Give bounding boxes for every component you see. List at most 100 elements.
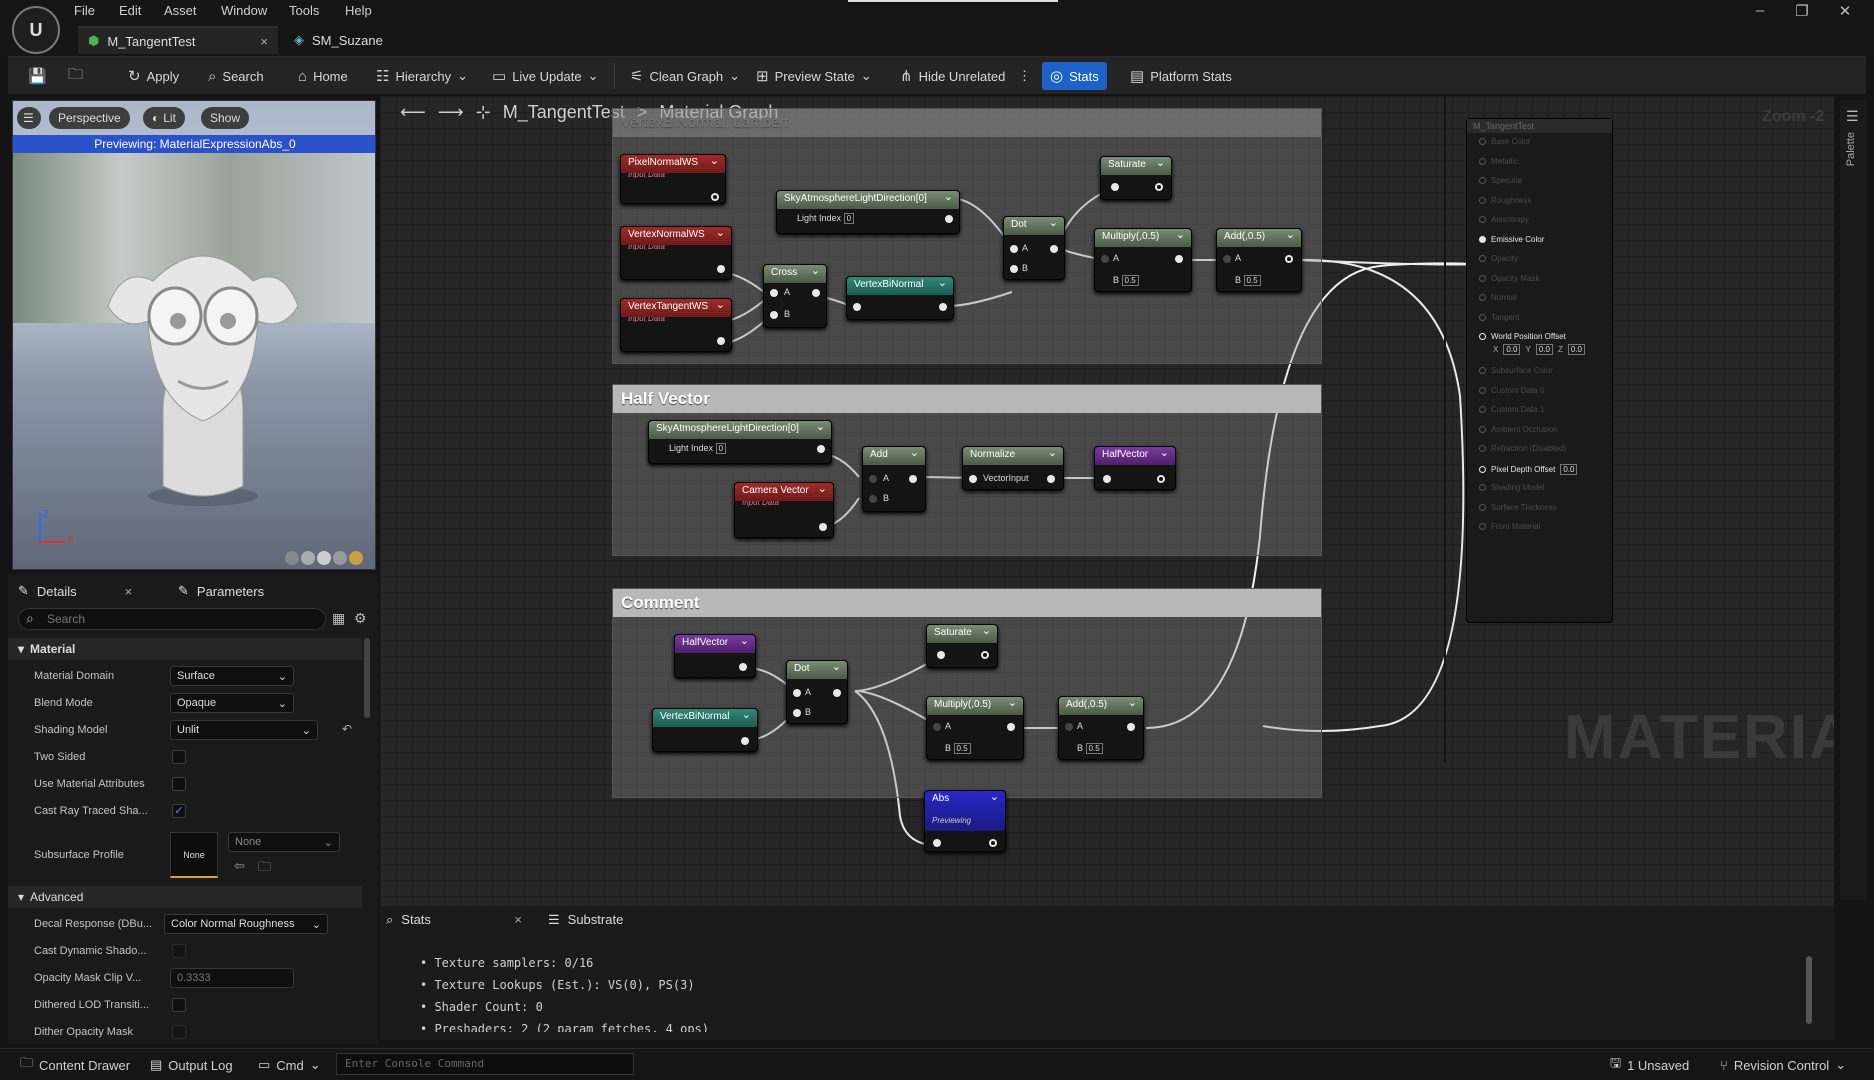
cast-ray-traced-checkbox[interactable]: ✓	[172, 804, 186, 818]
node-saturate-1[interactable]: Saturate	[1100, 156, 1172, 200]
opacity-mask-clip-input[interactable]: 0.3333	[170, 968, 294, 988]
comment-box-comment[interactable]: Comment	[612, 588, 1322, 798]
menu-edit[interactable]: Edit	[119, 3, 141, 18]
stats-toggle-button[interactable]: ◎ Stats	[1042, 62, 1107, 90]
material-input-pin[interactable]	[1479, 406, 1486, 413]
tab-stats[interactable]: ⌕ Stats ×	[386, 912, 522, 928]
material-pin-row[interactable]: Subsurface Color	[1479, 366, 1553, 375]
output-pin[interactable]	[1157, 475, 1165, 483]
material-graph-canvas[interactable]: ⟵ ⟶ ⊹ M_TangentTest > Material Graph Zoo…	[380, 96, 1834, 906]
output-pin[interactable]	[981, 651, 989, 659]
hide-unrelated-button[interactable]: ⋔ Hide Unrelated	[896, 57, 1009, 95]
wpo-y-value[interactable]: 0.0	[1535, 344, 1553, 355]
output-pin[interactable]	[1285, 255, 1293, 263]
more-options-button[interactable]: ⋮	[1014, 57, 1035, 95]
home-button[interactable]: ⌂ Home	[294, 57, 352, 95]
pixel-depth-offset-value[interactable]: 0.0	[1560, 463, 1578, 475]
material-result-node[interactable]: M_TangentTest Base Color Metallic Specular…	[1466, 118, 1613, 623]
revision-control-button[interactable]: ⑂ Revision Control ⌄	[1720, 1049, 1846, 1080]
teapot-preview-icon[interactable]	[349, 551, 363, 565]
output-pin[interactable]	[1047, 475, 1055, 483]
material-input-pin[interactable]	[1479, 503, 1486, 511]
material-input-pin[interactable]	[1479, 313, 1486, 321]
pin-b-value[interactable]: 0.5	[1085, 743, 1103, 754]
material-pin-row[interactable]: Roughness	[1479, 196, 1531, 205]
decal-response-dropdown[interactable]: Color Normal Roughness ⌄	[164, 914, 328, 934]
input-pin-b[interactable]	[869, 495, 877, 503]
subsurface-profile-dropdown[interactable]: None ⌄	[228, 832, 340, 852]
cmd-button[interactable]: ▭ Cmd ⌄	[258, 1049, 321, 1080]
content-drawer-button[interactable]: 🗀 Content Drawer	[20, 1049, 130, 1080]
browse-arrow-icon[interactable]: ⇦	[234, 858, 245, 874]
node-half-vector-1[interactable]: HalfVector	[1094, 446, 1176, 490]
input-pin[interactable]	[933, 839, 941, 847]
node-abs[interactable]: Abs Previewing	[924, 790, 1006, 852]
material-pin-row[interactable]: Pixel Depth Offset 0.0	[1479, 463, 1578, 475]
plane-preview-icon[interactable]	[317, 551, 331, 565]
material-input-pin[interactable]	[1479, 255, 1486, 262]
settings-gear-icon[interactable]: ⚙	[354, 610, 367, 627]
material-input-pin[interactable]	[1479, 386, 1486, 394]
tab-close-icon[interactable]: ×	[260, 34, 268, 49]
palette-menu-icon[interactable]: ☰	[1846, 108, 1859, 125]
output-pin[interactable]	[717, 265, 725, 273]
input-pin-b[interactable]	[793, 709, 801, 717]
output-pin[interactable]	[711, 193, 719, 201]
node-vertex-binormal-2[interactable]: VertexBiNormal	[652, 708, 758, 752]
light-index-value[interactable]: 0	[843, 213, 855, 224]
material-pin-row[interactable]: Normal	[1479, 293, 1517, 302]
blend-mode-dropdown[interactable]: Opaque ⌄	[170, 693, 294, 713]
apply-button[interactable]: ↻ Apply	[124, 57, 183, 95]
perspective-button[interactable]: Perspective	[49, 107, 130, 129]
input-pin-b[interactable]	[1010, 265, 1018, 273]
pin-b-value[interactable]: 0.5	[953, 743, 971, 754]
material-input-pin[interactable]	[1479, 445, 1486, 452]
close-stats-icon[interactable]: ×	[514, 912, 522, 928]
material-input-pin[interactable]	[1479, 138, 1486, 145]
material-pin-row[interactable]: Anisotropy	[1479, 215, 1529, 224]
material-pin-row[interactable]: World Position Offset	[1479, 332, 1566, 341]
material-pin-row[interactable]: Surface Thickness	[1479, 503, 1557, 512]
node-dot-3[interactable]: Dot A B	[786, 660, 848, 724]
menu-asset[interactable]: Asset	[164, 3, 197, 18]
input-pin-a[interactable]	[1065, 723, 1073, 731]
show-button[interactable]: Show	[201, 107, 250, 129]
input-pin-a[interactable]	[793, 689, 801, 697]
node-add-1[interactable]: Add(,0.5) A B 0.5	[1216, 228, 1302, 292]
search-button[interactable]: ⌕ Search	[204, 57, 268, 95]
node-normalize[interactable]: Normalize VectorInput	[962, 446, 1064, 490]
input-pin-a[interactable]	[770, 289, 778, 297]
palette-tab[interactable]: Palette	[1845, 132, 1857, 166]
output-pin[interactable]	[812, 289, 820, 297]
node-vertex-normal-ws[interactable]: VertexNormalWS Input Data	[620, 226, 732, 280]
preview-viewport[interactable]: ☰ Perspective ◐ Lit Show Previewing: Mate…	[12, 100, 376, 570]
output-pin[interactable]	[989, 839, 997, 847]
material-input-pin[interactable]	[1479, 367, 1486, 374]
material-input-pin[interactable]	[1479, 294, 1486, 301]
material-input-pin[interactable]	[1479, 216, 1486, 223]
platform-stats-button[interactable]: ▤ Platform Stats	[1126, 57, 1236, 95]
unreal-logo-icon[interactable]: U	[12, 6, 60, 54]
input-pin[interactable]	[853, 303, 861, 311]
cube-preview-icon[interactable]	[333, 551, 347, 565]
material-pin-row[interactable]: Metallic	[1479, 157, 1518, 166]
material-input-pin[interactable]	[1479, 523, 1486, 530]
input-pin[interactable]	[1103, 475, 1111, 483]
menu-window[interactable]: Window	[221, 3, 267, 18]
output-pin[interactable]	[1175, 255, 1183, 263]
breadcrumb-asset[interactable]: M_TangentTest	[503, 102, 625, 123]
material-pin-row[interactable]: Ambient Occlusion	[1479, 425, 1558, 434]
output-pin[interactable]	[945, 215, 953, 223]
menu-tools[interactable]: Tools	[289, 3, 319, 18]
node-multiply-1[interactable]: Multiply(,0.5) A B 0.5	[1094, 228, 1192, 292]
console-input[interactable]: Enter Console Command	[336, 1053, 634, 1075]
node-add-2[interactable]: Add A B	[862, 446, 926, 512]
material-pin-row[interactable]: Refraction (Disabled)	[1479, 444, 1566, 453]
dither-opacity-mask-checkbox[interactable]	[172, 1025, 186, 1039]
output-pin[interactable]	[819, 523, 827, 531]
subsurface-profile-thumbnail[interactable]: None	[170, 832, 218, 878]
cast-dynamic-shadow-checkbox[interactable]	[172, 944, 186, 958]
grid-view-icon[interactable]: ▦	[332, 610, 345, 627]
input-pin[interactable]	[937, 651, 945, 659]
section-advanced[interactable]: ▾ Advanced	[8, 886, 362, 908]
